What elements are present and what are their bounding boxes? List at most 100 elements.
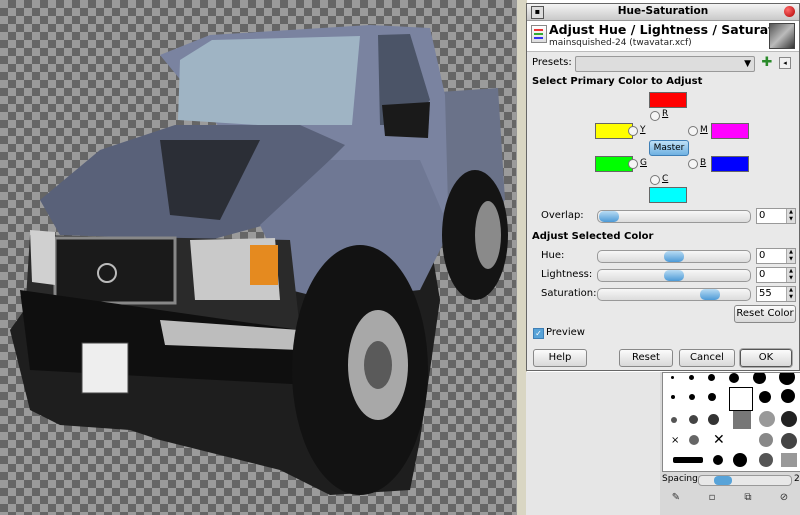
brush-item[interactable] bbox=[689, 435, 699, 445]
truck-image bbox=[10, 25, 508, 495]
brush-item-selected[interactable] bbox=[729, 387, 753, 411]
radio-yellow[interactable] bbox=[628, 126, 638, 136]
lightness-slider-knob[interactable] bbox=[664, 270, 684, 281]
brush-item[interactable] bbox=[779, 373, 795, 385]
hue-slider[interactable] bbox=[597, 250, 751, 263]
presets-menu-icon[interactable]: ◂ bbox=[779, 57, 791, 69]
hue-saturation-icon bbox=[531, 25, 547, 43]
brush-item[interactable] bbox=[781, 389, 795, 403]
brush-item[interactable] bbox=[713, 455, 723, 465]
brush-item[interactable] bbox=[671, 395, 675, 399]
brush-item[interactable] bbox=[733, 411, 751, 429]
image-thumbnail bbox=[769, 23, 795, 49]
spacing-value[interactable]: 20 bbox=[794, 474, 800, 484]
overlap-spinbox[interactable]: 0 ▲ ▼ bbox=[756, 208, 796, 224]
edit-brush-icon[interactable]: ✎ bbox=[670, 492, 682, 504]
brush-item[interactable] bbox=[759, 391, 771, 403]
saturation-label: Saturation: bbox=[541, 288, 597, 299]
brush-item[interactable] bbox=[689, 415, 698, 424]
radio-green-label: G bbox=[640, 158, 647, 168]
hue-saturation-dialog: ▪ Hue-Saturation Adjust Hue / Lightness … bbox=[526, 3, 800, 371]
radio-cyan[interactable] bbox=[650, 175, 660, 185]
radio-blue-label: B bbox=[700, 158, 707, 168]
brush-item[interactable] bbox=[708, 414, 719, 425]
saturation-slider[interactable] bbox=[597, 288, 751, 301]
brush-item[interactable] bbox=[759, 433, 773, 447]
image-canvas[interactable] bbox=[0, 0, 516, 515]
lightness-spinbox[interactable]: 0 ▲ ▼ bbox=[756, 267, 796, 283]
brush-item[interactable] bbox=[671, 376, 674, 379]
presets-label: Presets: bbox=[532, 57, 572, 68]
reset-button[interactable]: Reset bbox=[619, 349, 673, 367]
brush-item[interactable] bbox=[673, 457, 703, 463]
lightness-slider[interactable] bbox=[597, 269, 751, 282]
brush-item[interactable] bbox=[729, 373, 739, 383]
radio-magenta-label: M bbox=[700, 125, 708, 135]
brush-item[interactable] bbox=[759, 453, 773, 467]
spacing-slider[interactable] bbox=[698, 475, 792, 486]
spacing-label: Spacing: bbox=[662, 474, 701, 484]
dock-left-panel bbox=[526, 372, 660, 515]
cancel-button[interactable]: Cancel bbox=[679, 349, 735, 367]
lightness-value[interactable]: 0 bbox=[759, 269, 765, 280]
radio-magenta[interactable] bbox=[688, 126, 698, 136]
hue-label: Hue: bbox=[541, 250, 565, 261]
primary-color-section-label: Select Primary Color to Adjust bbox=[532, 76, 703, 87]
overlap-value[interactable]: 0 bbox=[759, 210, 765, 221]
brush-item[interactable] bbox=[708, 374, 715, 381]
swatch-red bbox=[649, 92, 687, 108]
hue-slider-knob[interactable] bbox=[664, 251, 684, 262]
brush-grid[interactable]: × ✕ bbox=[662, 372, 800, 472]
saturation-spinbox[interactable]: 55 ▲ ▼ bbox=[756, 286, 796, 302]
brush-item[interactable] bbox=[689, 375, 694, 380]
brush-item[interactable] bbox=[781, 433, 797, 449]
overlap-slider[interactable] bbox=[597, 210, 751, 223]
brush-item[interactable]: ✕ bbox=[713, 433, 727, 447]
preview-checkbox[interactable]: ✓ bbox=[533, 328, 544, 339]
brush-item[interactable] bbox=[781, 453, 797, 467]
delete-brush-icon[interactable]: ⊘ bbox=[778, 492, 790, 504]
hue-spinbox[interactable]: 0 ▲ ▼ bbox=[756, 248, 796, 264]
spin-arrows-icon[interactable]: ▲ ▼ bbox=[786, 268, 795, 282]
brush-item[interactable]: × bbox=[671, 436, 679, 446]
spin-arrows-icon[interactable]: ▲ ▼ bbox=[786, 249, 795, 263]
dialog-header: Adjust Hue / Lightness / Saturation main… bbox=[527, 21, 799, 52]
swatch-cyan bbox=[649, 187, 687, 203]
dock-button-bar: ✎ ▫ ⧉ ⊘ bbox=[660, 490, 800, 508]
brush-item[interactable] bbox=[759, 411, 775, 427]
ok-button[interactable]: OK bbox=[740, 349, 792, 367]
presets-combo[interactable]: ▼ bbox=[575, 56, 755, 72]
brush-item[interactable] bbox=[753, 373, 766, 384]
radio-green[interactable] bbox=[628, 159, 638, 169]
radio-blue[interactable] bbox=[688, 159, 698, 169]
overlap-slider-knob[interactable] bbox=[599, 211, 619, 222]
add-preset-icon[interactable]: ✚ bbox=[761, 56, 773, 70]
dialog-titlebar[interactable]: ▪ Hue-Saturation bbox=[527, 4, 799, 21]
overlap-label: Overlap: bbox=[541, 210, 584, 221]
saturation-value[interactable]: 55 bbox=[759, 288, 772, 299]
lightness-label: Lightness: bbox=[541, 269, 593, 280]
dialog-title: Hue-Saturation bbox=[617, 5, 709, 17]
brush-item[interactable] bbox=[689, 394, 695, 400]
brush-item[interactable] bbox=[671, 417, 677, 423]
reset-color-button[interactable]: Reset Color bbox=[734, 305, 796, 323]
brush-item[interactable] bbox=[733, 453, 747, 467]
brush-item[interactable] bbox=[708, 393, 716, 401]
chevron-down-icon[interactable]: ▼ bbox=[744, 57, 751, 71]
radio-red-label: R bbox=[662, 109, 669, 119]
spacing-row: Spacing: 20 bbox=[660, 473, 800, 487]
master-button[interactable]: Master bbox=[649, 140, 689, 156]
swatch-magenta bbox=[711, 123, 749, 139]
spin-arrows-icon[interactable]: ▲ ▼ bbox=[786, 287, 795, 301]
hue-value[interactable]: 0 bbox=[759, 250, 765, 261]
radio-red[interactable] bbox=[650, 111, 660, 121]
duplicate-brush-icon[interactable]: ⧉ bbox=[742, 492, 754, 504]
new-brush-icon[interactable]: ▫ bbox=[706, 492, 718, 504]
spin-arrows-icon[interactable]: ▲ ▼ bbox=[786, 209, 795, 223]
spacing-slider-knob[interactable] bbox=[714, 476, 732, 485]
brush-item[interactable] bbox=[781, 411, 797, 427]
close-icon[interactable] bbox=[784, 6, 795, 17]
help-button[interactable]: Help bbox=[533, 349, 587, 367]
swatch-blue bbox=[711, 156, 749, 172]
saturation-slider-knob[interactable] bbox=[700, 289, 720, 300]
